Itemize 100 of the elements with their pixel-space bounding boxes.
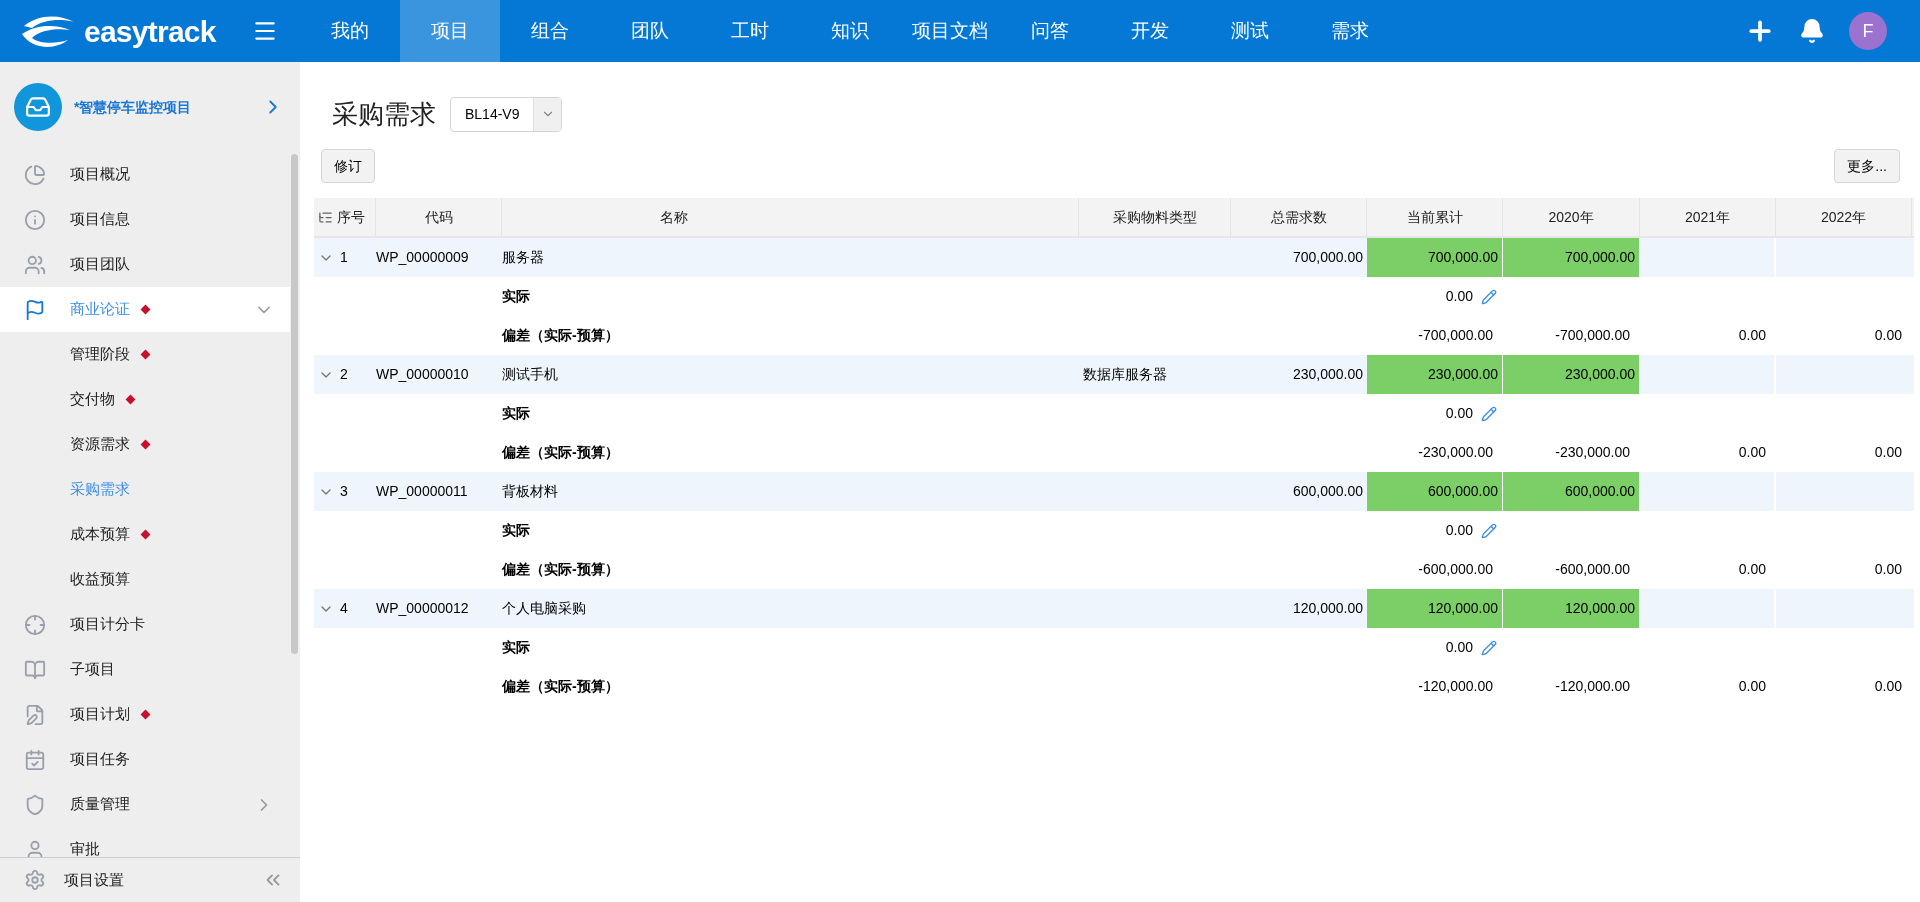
revise-button[interactable]: 修订 xyxy=(321,149,375,183)
nav-tab[interactable]: 开发 xyxy=(1100,0,1200,62)
project-name[interactable]: *智慧停车监控项目 xyxy=(74,96,192,118)
table-cell-text: -120,000.00 xyxy=(1554,677,1631,696)
table-cell-text: 600,000.00 xyxy=(1291,482,1364,501)
table-cell-text: 0.00 xyxy=(1737,443,1767,462)
sidebar-item[interactable]: 商业论证 xyxy=(0,287,290,332)
sidebar-item[interactable]: 资源需求 xyxy=(0,422,290,467)
nav-tab[interactable]: 需求 xyxy=(1300,0,1400,62)
column-header: 名称 xyxy=(660,207,688,227)
sidebar-item[interactable]: 项目信息 xyxy=(0,197,290,242)
more-button[interactable]: 更多... xyxy=(1834,149,1900,183)
bell-icon[interactable] xyxy=(1799,18,1825,44)
table-cell-text: 0.00 xyxy=(1873,443,1903,462)
page-title: 采购需求 xyxy=(332,97,436,131)
table-cell-text: -700,000.00 xyxy=(1554,326,1631,345)
version-select[interactable]: BL14-V9 xyxy=(450,96,563,132)
table-cell-text: 0.00 xyxy=(1445,521,1473,540)
sidebar-item[interactable]: 审批 xyxy=(0,827,290,857)
table-cell-text: 偏差（实际-预算） xyxy=(502,443,620,462)
nav-tab[interactable]: 问答 xyxy=(1000,0,1100,62)
table-cell-text: WP_00000012 xyxy=(376,599,470,618)
sidebar-label: 子项目 xyxy=(70,659,115,680)
table-cell: 230,000.00 xyxy=(1367,355,1503,394)
logo-text: easytrack xyxy=(84,13,216,50)
table-cell-text: 偏差（实际-预算） xyxy=(502,326,620,345)
sidebar-item[interactable]: 收益预算 xyxy=(0,557,290,602)
sidebar-item[interactable]: 项目计分卡 xyxy=(0,602,290,647)
settings-label[interactable]: 项目设置 xyxy=(64,868,124,892)
edit-icon[interactable] xyxy=(1481,288,1497,305)
sidebar-item[interactable]: 交付物 xyxy=(0,377,290,422)
sidebar-item[interactable]: 项目计划 xyxy=(0,692,290,737)
table-cell-text: WP_00000010 xyxy=(376,365,470,384)
scrollbar[interactable] xyxy=(291,154,298,654)
table-cell: 230,000.00 xyxy=(1503,355,1640,394)
table-cell: 600,000.00 xyxy=(1367,472,1503,511)
settings-icon[interactable] xyxy=(24,869,46,891)
nav-tab[interactable]: 组合 xyxy=(500,0,600,62)
sidebar-label: 项目任务 xyxy=(70,749,130,770)
sidebar-item[interactable]: 成本预算 xyxy=(0,512,290,557)
sidebar-label: 成本预算 xyxy=(70,524,130,545)
table-cell-text: 实际 xyxy=(502,521,531,540)
nav-tab[interactable]: 团队 xyxy=(600,0,700,62)
row-number: 1 xyxy=(340,248,348,267)
sidebar-item[interactable]: 质量管理 xyxy=(0,782,290,827)
sidebar-label: 项目概况 xyxy=(70,164,130,185)
edit-icon[interactable] xyxy=(1481,639,1497,656)
table-cell-text: 背板材料 xyxy=(502,482,559,501)
table-cell: 600,000.00 xyxy=(1503,472,1640,511)
table-cell-text: 0.00 xyxy=(1873,677,1903,696)
table-cell-text: WP_00000009 xyxy=(376,248,470,267)
nav-tab[interactable]: 我的 xyxy=(300,0,400,62)
sidebar-label: 采购需求 xyxy=(70,479,130,500)
column-header: 2022年 xyxy=(1820,207,1867,227)
table-cell-text: WP_00000011 xyxy=(376,482,469,501)
column-header: 代码 xyxy=(424,207,453,227)
sidebar-label: 收益预算 xyxy=(70,569,130,590)
nav-tab[interactable]: 项目文档 xyxy=(900,0,1000,62)
row-number: 2 xyxy=(340,365,348,384)
book-icon xyxy=(24,658,46,681)
calendar-check-icon xyxy=(24,748,46,771)
sidebar-label: 审批 xyxy=(70,839,100,857)
table-cell-text: 0.00 xyxy=(1737,677,1767,696)
sidebar-item[interactable]: 子项目 xyxy=(0,647,290,692)
nav-tab[interactable]: 工时 xyxy=(700,0,800,62)
table-cell-text: 偏差（实际-预算） xyxy=(502,677,620,696)
table-cell-text: 实际 xyxy=(502,638,531,657)
sidebar-item[interactable]: 项目概况 xyxy=(0,152,290,197)
table-cell-text: 0.00 xyxy=(1445,638,1473,657)
nav-tab[interactable]: 测试 xyxy=(1200,0,1300,62)
pie-chart-icon xyxy=(24,163,46,186)
table-cell-text: 0.00 xyxy=(1445,404,1473,423)
table-cell: 700,000.00 xyxy=(1367,238,1503,277)
table-cell-text: 700,000.00 xyxy=(1291,248,1364,267)
sidebar-item[interactable]: 项目团队 xyxy=(0,242,290,287)
column-header: 2020年 xyxy=(1548,207,1594,227)
table-cell-text: 偏差（实际-预算） xyxy=(502,560,620,579)
table-cell-text: 0.00 xyxy=(1737,560,1767,579)
edit-icon[interactable] xyxy=(1481,522,1497,539)
column-header: 2021年 xyxy=(1684,207,1731,227)
column-header: 当前累计 xyxy=(1406,207,1463,227)
table-cell-text: 测试手机 xyxy=(502,365,559,384)
sidebar-label: 质量管理 xyxy=(70,794,130,815)
user-avatar[interactable]: F xyxy=(1849,12,1887,50)
edit-icon[interactable] xyxy=(1481,405,1497,422)
table-cell: 120,000.00 xyxy=(1367,589,1503,628)
sidebar-label: 项目计分卡 xyxy=(70,614,145,635)
table-cell-text: -600,000.00 xyxy=(1554,560,1631,579)
flag-icon xyxy=(24,298,46,321)
table-cell-text: 个人电脑采购 xyxy=(502,599,587,618)
sidebar-item[interactable]: 项目任务 xyxy=(0,737,290,782)
column-header: 总需求数 xyxy=(1270,207,1327,227)
table-cell-text: 120,000.00 xyxy=(1291,599,1364,618)
sidebar-item[interactable]: 管理阶段 xyxy=(0,332,290,377)
table-cell: 120,000.00 xyxy=(1503,589,1640,628)
table-cell-text: -230,000.00 xyxy=(1554,443,1631,462)
edit-document-icon xyxy=(24,703,46,726)
tree-icon[interactable] xyxy=(318,209,333,225)
nav-tab[interactable]: 知识 xyxy=(800,0,900,62)
people-icon xyxy=(24,253,46,276)
